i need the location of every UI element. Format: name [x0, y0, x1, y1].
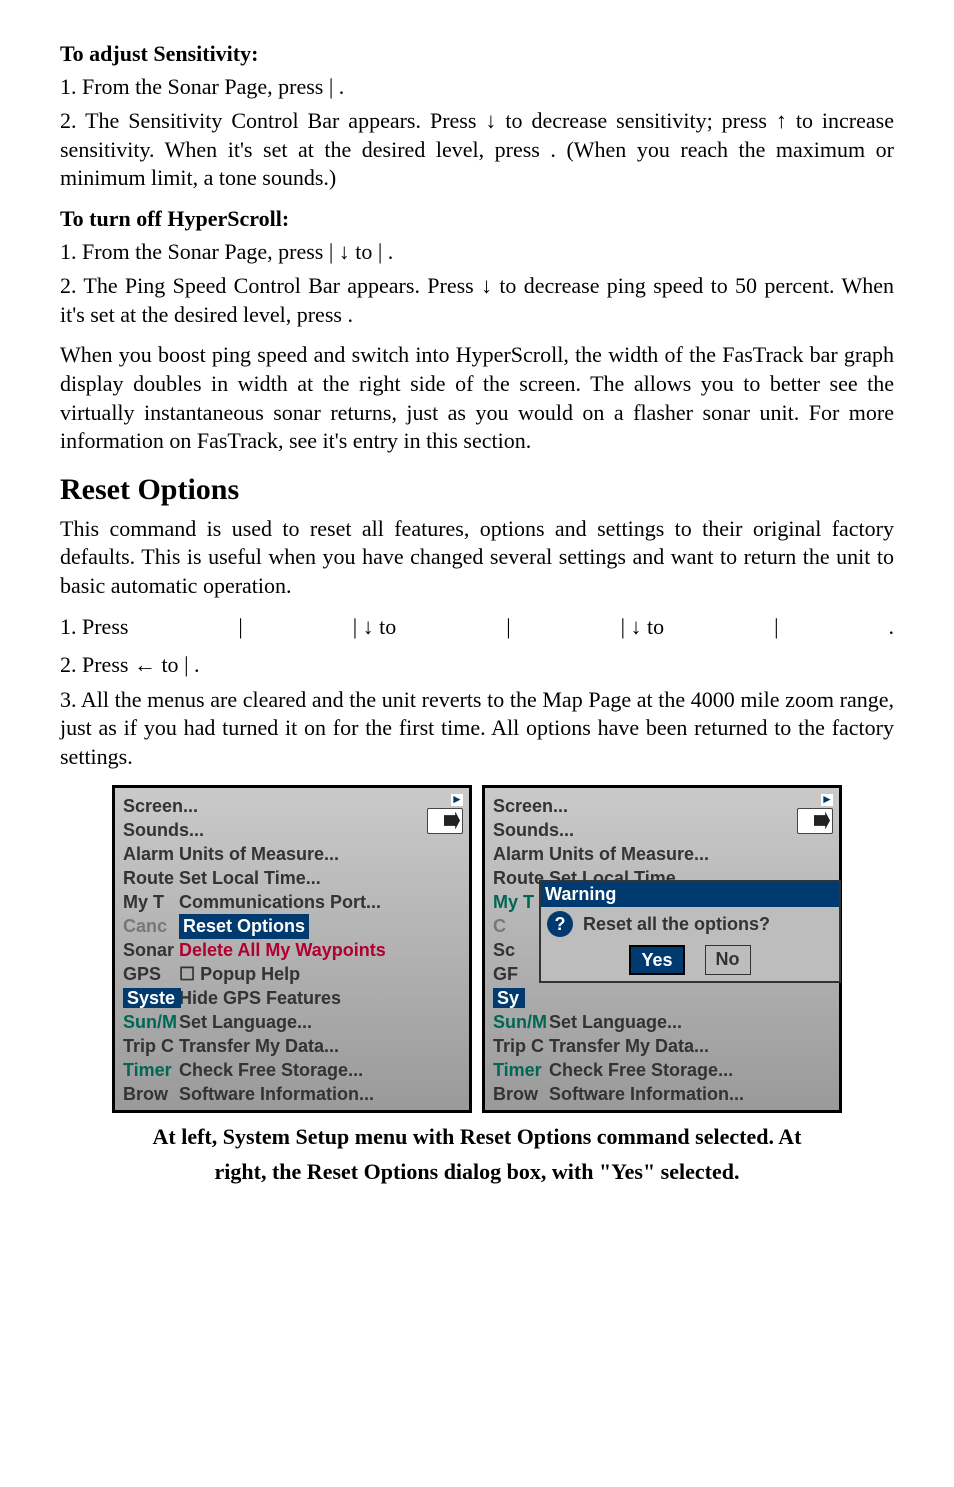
screenshot-system-setup-menu: Screen... Sounds... Alarm Route My T Can…	[112, 785, 472, 1113]
text: | ↓ to	[329, 239, 378, 264]
step-2-2: 2. The Ping Speed Control Bar appears. P…	[60, 272, 894, 329]
step-1-1: 1. From the Sonar Page, press | .	[60, 73, 894, 102]
submenu-item[interactable]: Set Language...	[549, 1010, 831, 1034]
screenshot-reset-options-dialog: Screen... Sounds... Alarm Route My T C S…	[482, 785, 842, 1113]
text: | ↓ to	[353, 613, 397, 642]
heading-reset-options: Reset Options	[60, 470, 894, 509]
paragraph-reset-options: This command is used to reset all featur…	[60, 515, 894, 601]
menu-item[interactable]: Sy	[493, 988, 525, 1008]
submenu-item-danger[interactable]: Delete All My Waypoints	[179, 938, 461, 962]
text: |	[329, 74, 339, 99]
text: |	[238, 613, 242, 642]
text: | ↓ to	[621, 613, 665, 642]
heading-adjust-sensitivity: To adjust Sensitivity:	[60, 40, 894, 69]
submenu-item[interactable]: Hide GPS Features	[179, 986, 461, 1010]
menu-item[interactable]: Screen...	[493, 794, 574, 818]
text: .	[194, 652, 200, 677]
heading-turn-off-hyperscroll: To turn off HyperScroll:	[60, 205, 894, 234]
dialog-title: Warning	[541, 882, 839, 906]
text: .	[888, 613, 894, 642]
text: 1. From the Sonar Page, press	[60, 74, 329, 99]
menu-item[interactable]: Sun/M	[123, 1010, 204, 1034]
menu-item[interactable]: My T	[123, 890, 204, 914]
submenu-item[interactable]: Set Local Time...	[179, 866, 461, 890]
text: |	[184, 652, 194, 677]
menu-item[interactable]: Sonar	[123, 938, 204, 962]
no-button[interactable]: No	[705, 945, 751, 975]
status-icon	[427, 808, 463, 834]
text: 1. From the Sonar Page, press	[60, 239, 329, 264]
menu-item[interactable]: Sounds...	[123, 818, 204, 842]
submenu-item[interactable]: Transfer My Data...	[549, 1034, 831, 1058]
menu-item[interactable]: Brow	[493, 1082, 574, 1106]
text: |	[506, 613, 510, 642]
submenu-item[interactable]: Communications Port...	[179, 890, 461, 914]
submenu-checkbox[interactable]: ☐ Popup Help	[179, 962, 461, 986]
label: Popup Help	[200, 964, 300, 984]
step-2-1: 1. From the Sonar Page, press | ↓ to | .	[60, 238, 894, 267]
menu-item[interactable]: Route	[123, 866, 204, 890]
menu-item-disabled: Canc	[123, 914, 204, 938]
menu-item[interactable]: Timer	[493, 1058, 574, 1082]
paragraph-hyperscroll: When you boost ping speed and switch int…	[60, 341, 894, 455]
step-1-2: 2. The Sensitivity Control Bar appears. …	[60, 107, 894, 193]
menu-item[interactable]: Alarm	[123, 842, 204, 866]
left-menu-column: Screen... Sounds... Alarm Route My T Can…	[123, 794, 204, 1106]
menu-item[interactable]: Sun/M	[493, 1010, 574, 1034]
text: .	[347, 302, 353, 327]
status-icon	[797, 808, 833, 834]
step-3-1: 1. Press | | ↓ to | | ↓ to | .	[60, 613, 894, 642]
question-icon: ?	[547, 911, 573, 937]
submenu-item[interactable]: Software Information...	[549, 1082, 831, 1106]
menu-item[interactable]: Timer	[123, 1058, 204, 1082]
menu-item[interactable]: Trip C	[493, 1034, 574, 1058]
menu-item[interactable]: Alarm	[493, 842, 574, 866]
submenu-item[interactable]: Check Free Storage...	[549, 1058, 831, 1082]
figure-caption-line2: right, the Reset Options dialog box, wit…	[60, 1158, 894, 1187]
submenu-item[interactable]: Set Language...	[179, 1010, 461, 1034]
arrow-icon	[821, 794, 833, 806]
text: 2. Press ← to	[60, 652, 184, 677]
warning-dialog: Warning ? Reset all the options? Yes No	[539, 880, 841, 983]
text: 2. The Ping Speed Control Bar appears. P…	[60, 273, 894, 327]
yes-button[interactable]: Yes	[629, 945, 684, 975]
text: 1. Press	[60, 613, 128, 642]
text: |	[378, 239, 388, 264]
submenu-item[interactable]: Software Information...	[179, 1082, 461, 1106]
dialog-text: Reset all the options?	[583, 912, 770, 936]
menu-item[interactable]: GPS	[123, 962, 204, 986]
menu-item[interactable]: Sounds...	[493, 818, 574, 842]
text: .	[388, 239, 394, 264]
step-3-2: 2. Press ← to | .	[60, 651, 894, 680]
submenu-item[interactable]: Units of Measure...	[179, 842, 461, 866]
menu-item-selected[interactable]: Syste	[123, 988, 181, 1008]
submenu-item[interactable]: Units of Measure...	[549, 842, 831, 866]
text: |	[774, 613, 778, 642]
text: .	[339, 74, 345, 99]
step-3-3: 3. All the menus are cleared and the uni…	[60, 686, 894, 772]
figure-caption-line1: At left, System Setup menu with Reset Op…	[60, 1123, 894, 1152]
arrow-icon	[451, 794, 463, 806]
submenu-item[interactable]: Transfer My Data...	[179, 1034, 461, 1058]
menu-item[interactable]: Trip C	[123, 1034, 204, 1058]
submenu-item[interactable]: Check Free Storage...	[179, 1058, 461, 1082]
menu-item[interactable]: Brow	[123, 1082, 204, 1106]
menu-item[interactable]: Screen...	[123, 794, 204, 818]
